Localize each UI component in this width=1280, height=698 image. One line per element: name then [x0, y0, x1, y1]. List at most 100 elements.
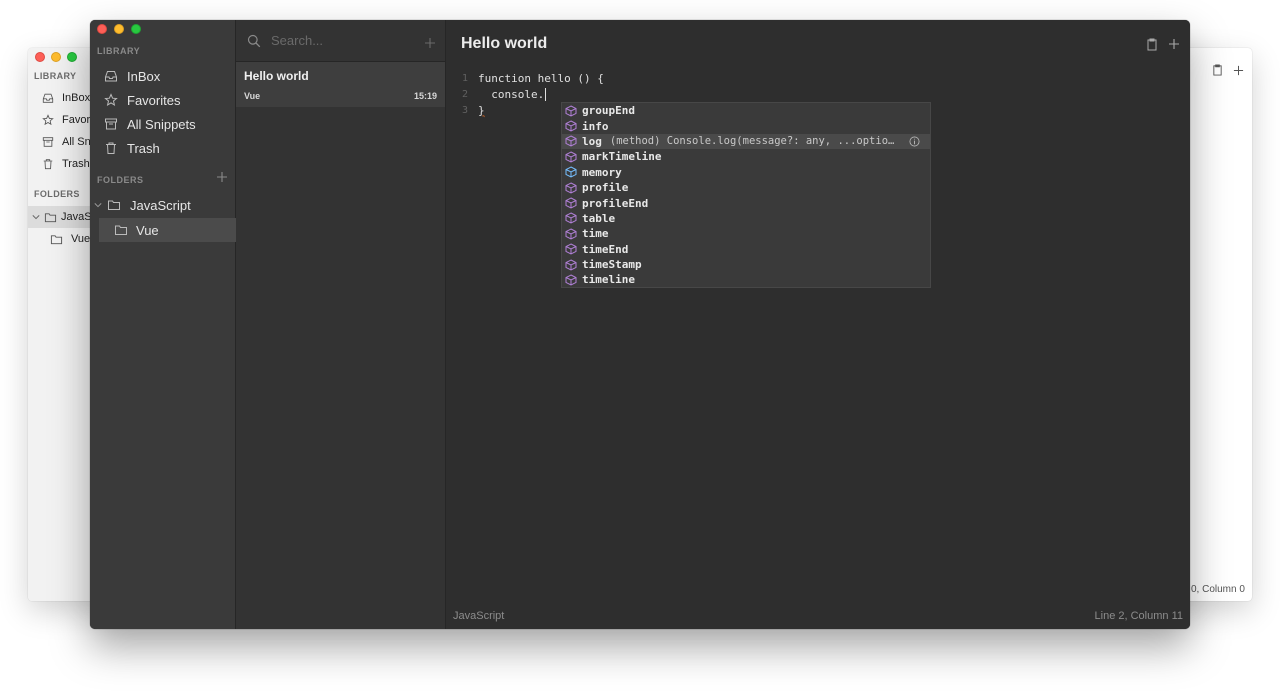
library-heading: LIBRARY	[97, 46, 141, 56]
chevron-down-icon[interactable]	[32, 213, 40, 221]
cursor-position: Line 2, Column 11	[1094, 610, 1183, 622]
background-status-cursor: 0, Column 0	[1191, 584, 1245, 595]
folder-icon	[50, 234, 63, 244]
folder-vue[interactable]: Vue	[99, 218, 236, 242]
folder-icon	[108, 200, 120, 210]
line-number: 2	[461, 88, 468, 100]
suggestion-label: memory	[582, 165, 622, 179]
suggestion-label: info	[582, 119, 609, 133]
property-icon	[565, 166, 577, 178]
sidebar-item-label: Favor	[62, 114, 91, 126]
sidebar-item-label: Favorites	[127, 92, 181, 108]
star-icon	[104, 93, 118, 107]
method-cube-icon	[565, 135, 577, 148]
code-line: 1 function hello () {	[446, 70, 604, 86]
sidebar-item-label: InBox	[127, 68, 161, 84]
suggestion-label: markTimeline	[582, 150, 662, 164]
star-icon	[42, 114, 54, 126]
add-folder-icon[interactable]	[216, 171, 228, 183]
method-cube-icon	[565, 228, 577, 240]
chevron-down-icon[interactable]	[94, 201, 102, 209]
archive-icon	[42, 137, 54, 147]
suggestion-item[interactable]: groupEnd	[562, 103, 930, 118]
zoom-button[interactable]	[67, 52, 77, 62]
code-text: }	[478, 103, 485, 117]
library-heading: LIBRARY	[34, 71, 77, 81]
method-cube-icon	[565, 182, 577, 194]
clipboard-icon[interactable]	[1146, 38, 1158, 51]
close-button[interactable]	[97, 24, 107, 34]
minimize-button[interactable]	[51, 52, 61, 62]
trash-icon	[43, 159, 53, 170]
add-snippet-icon[interactable]	[424, 37, 436, 49]
method-cube-icon	[565, 120, 577, 132]
snippet-meta: Vue 15:19	[244, 91, 437, 101]
suggestion-item[interactable]: timeEnd	[562, 242, 930, 257]
suggestion-item[interactable]: memory	[562, 165, 930, 180]
suggestion-label: timeEnd	[582, 242, 629, 256]
sidebar-item-trash[interactable]: Trash	[42, 158, 90, 170]
suggestion-item[interactable]: timeline	[562, 272, 930, 287]
sidebar-item-label: Trash	[127, 140, 160, 156]
folders-heading: FOLDERS	[97, 175, 144, 185]
text-cursor	[545, 87, 547, 101]
editor-toolbar	[1146, 38, 1180, 51]
suggestion-label: groupEnd	[582, 104, 635, 118]
sidebar-item-favorites[interactable]: Favorites	[104, 90, 180, 110]
code-line: 2 console.	[446, 86, 547, 102]
suggestion-item[interactable]: profile	[562, 180, 930, 195]
search-icon	[247, 34, 261, 47]
close-button[interactable]	[35, 52, 45, 62]
traffic-lights	[97, 24, 141, 34]
language-mode[interactable]: JavaScript	[453, 610, 504, 622]
app-window: LIBRARY InBox Favorites All Snippets Tra…	[90, 20, 1190, 629]
sidebar-item-trash[interactable]: Trash	[104, 138, 160, 158]
folder-icon	[44, 212, 57, 222]
suggestion-label: time	[582, 227, 609, 241]
list-item[interactable]: Hello world Vue 15:19	[236, 62, 445, 107]
inbox-icon	[105, 71, 117, 82]
plus-icon[interactable]	[1168, 38, 1180, 50]
folder-javascript[interactable]: JavaScript	[90, 193, 236, 217]
minimize-button[interactable]	[114, 24, 124, 34]
suggestion-detail: (method) Console.log(message?: any, ...o…	[609, 135, 900, 148]
sidebar-item-inbox[interactable]: InBox	[42, 92, 90, 104]
suggestion-item[interactable]: table	[562, 211, 930, 226]
suggestion-item[interactable]: markTimeline	[562, 149, 930, 164]
suggestion-label: timeline	[582, 273, 635, 287]
sidebar-item-label: All Sn	[62, 136, 91, 148]
folder-label: Vue	[71, 233, 91, 245]
info-icon[interactable]	[909, 136, 920, 147]
archive-icon	[105, 118, 117, 130]
folder-label: JavaScript	[130, 197, 191, 213]
method-cube-icon	[565, 105, 577, 117]
sidebar-item-all-snippets[interactable]: All Snippets	[104, 114, 196, 134]
sidebar-item-all-snippets[interactable]: All Sn	[42, 136, 91, 148]
page-title[interactable]: Hello world	[461, 35, 547, 53]
line-number: 1	[461, 72, 468, 84]
suggestion-item[interactable]: time	[562, 226, 930, 241]
line-number: 3	[461, 104, 468, 116]
suggestion-item[interactable]: info	[562, 118, 930, 133]
code-line: 3 }	[446, 102, 485, 118]
sidebar-item-label: All Snippets	[127, 116, 196, 132]
search-input[interactable]	[271, 33, 411, 48]
zoom-button[interactable]	[131, 24, 141, 34]
method-cube-icon	[565, 212, 577, 224]
search-bar	[236, 20, 445, 62]
library-sidebar: LIBRARY InBox Favorites All Snippets Tra…	[90, 20, 236, 629]
suggestion-item[interactable]: timeStamp	[562, 257, 930, 272]
background-editor-tools	[1212, 64, 1244, 76]
suggestion-item[interactable]: profileEnd	[562, 195, 930, 210]
snippet-title: Hello world	[244, 69, 309, 83]
clipboard-icon[interactable]	[1212, 64, 1223, 76]
suggestion-item[interactable]: log (method) Console.log(message?: any, .…	[562, 133, 930, 150]
plus-icon[interactable]	[1233, 65, 1244, 76]
code-text: console.	[478, 87, 545, 101]
code-text: hello () {	[530, 71, 604, 85]
snippet-list: Hello world Vue 15:19	[236, 20, 446, 629]
editor-pane: Hello world 1 function hello () { 2 cons…	[446, 20, 1190, 629]
inbox-icon	[42, 93, 54, 103]
sidebar-item-inbox[interactable]: InBox	[104, 66, 160, 86]
sidebar-item-favorites[interactable]: Favor	[42, 114, 90, 126]
